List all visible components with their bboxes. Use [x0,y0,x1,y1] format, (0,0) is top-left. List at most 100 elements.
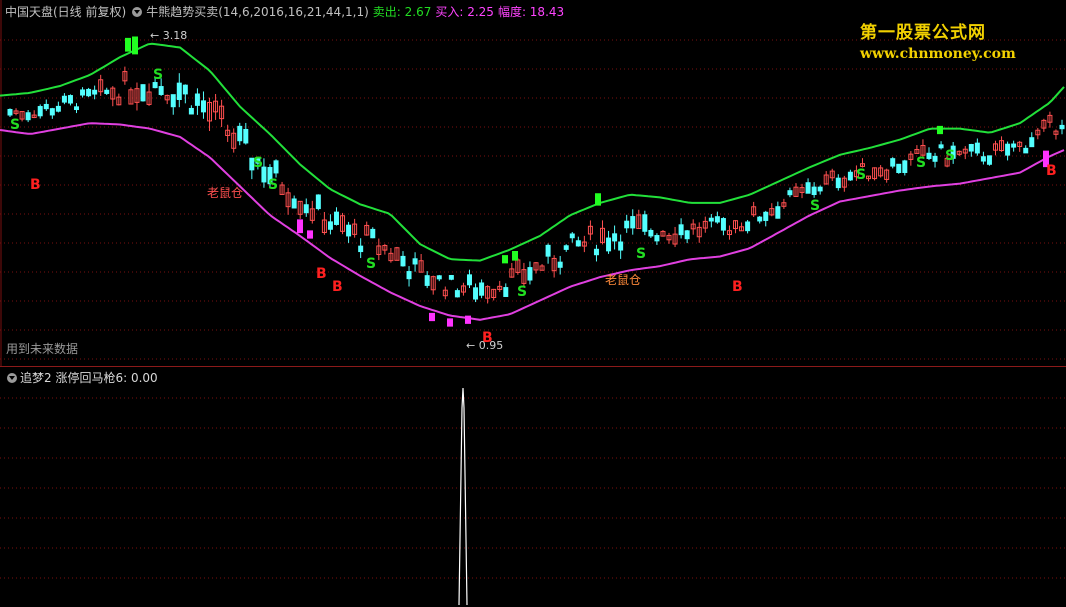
signal-text: 老鼠仓 [605,273,641,287]
candle-body [406,271,412,280]
candle-body [188,107,194,115]
candle-body [436,275,442,280]
watermark-url: www.chnmoney.com [860,46,1016,62]
candle-body [194,93,200,106]
candle-body [1029,137,1035,148]
candle-body [986,155,992,165]
sub-indicator-name[interactable]: 追梦2 [20,371,52,385]
candle-body [182,84,188,95]
sell-marker: S [268,177,278,193]
candle-body [273,160,279,174]
candle-body [545,244,551,257]
candle-body [424,275,430,286]
candle-body [630,216,636,229]
candle-body [642,214,648,232]
sub-indicator-pane[interactable]: 追梦2 涨停回马枪6: 0.00 [0,368,1066,607]
indicator-name[interactable]: 牛熊趋势买卖(14,6,2016,16,21,44,1,1) [146,5,369,19]
sell-marker: S [153,67,163,83]
candle-body [563,245,569,250]
main-chart-pane[interactable]: B B B B B B S S S S S S S S S S S 老鼠仓 老鼠仓 ← 3.18 ← 0.95 中国天盘… [0,0,1066,366]
signal-text: 老鼠仓 [207,186,243,200]
sell-signal-bar [132,36,138,55]
candle-body [37,106,43,117]
candle-body [678,224,684,236]
candle-body [890,158,896,167]
candle-body [606,237,612,252]
candle-body [152,82,158,89]
candle-body [648,229,654,237]
sell-signal-bar [595,193,601,206]
candle-body [315,194,321,210]
candle-body [176,82,182,100]
candle-body [763,211,769,221]
candle-body [140,84,146,102]
watermark-title: 第一股票公式网 [860,23,986,43]
amplitude-value: 幅度: 18.43 [497,5,565,19]
candle-body [938,144,944,149]
candle-body [569,233,575,239]
buy-signal-bar [307,230,313,239]
candle-body [847,171,853,181]
candle-body [775,206,781,219]
candle-body [473,287,479,300]
candle-body [1011,143,1017,148]
candle-body [400,255,406,267]
candle-body [454,290,460,298]
sell-signal-bar [937,125,943,135]
candle-body [104,89,110,94]
indicator-menu-icon[interactable] [132,6,143,17]
lower-band-line [0,122,1065,321]
sell-signal-bar [502,255,508,264]
buy-marker: B [30,177,41,193]
candle-body [466,274,472,286]
candle-body [49,108,55,116]
candle-body [25,112,31,121]
candle-body [757,216,763,222]
candle-body [720,218,726,231]
candle-body [43,103,49,110]
pane-divider[interactable] [0,366,1066,367]
sub-header: 追梦2 涨停回马枪6: 0.00 [5,369,158,386]
sub-indicator-menu-icon[interactable] [7,372,17,383]
candle-body [61,95,67,103]
candle-body [303,204,309,214]
buy-signal-bar [297,219,303,234]
sell-marker: S [366,256,376,272]
sub-chart [0,387,1066,606]
candle-body [926,152,932,159]
candle-body [811,186,817,196]
stock-name[interactable]: 中国天盘(日线 前复权) [5,5,126,19]
high-price-label: ← 3.18 [150,29,187,42]
sell-marker: S [945,148,955,164]
candle-body [479,282,485,296]
buy-marker: B [332,279,343,295]
sub-indicator-value: 涨停回马枪6: 0.00 [55,371,158,385]
candle-body [74,106,80,111]
candle-body [902,160,908,173]
candle-body [333,211,339,225]
candle-body [835,177,841,189]
candle-body [170,94,176,108]
candle-body [575,240,581,247]
candle-body [200,100,206,113]
buy-marker: B [1046,163,1057,179]
candle-body [968,143,974,152]
sell-marker: S [636,246,646,262]
buy-marker: B [316,266,327,282]
buy-value: 买入: 2.25 [435,5,494,19]
sell-marker: S [856,167,866,183]
sell-value: 卖出: 2.67 [372,5,432,19]
candle-body [86,88,92,97]
candle-body [618,241,624,251]
candle-body [503,287,509,297]
candle-body [714,216,720,223]
sell-signal-bar [512,251,518,261]
candle-body [974,142,980,154]
candle-body [291,198,297,209]
candle-body [684,230,690,240]
buy-marker: B [732,279,743,295]
candle-body [787,190,793,196]
buy-signal-bar [429,312,435,322]
candle-body [624,220,630,229]
buy-signal-bar [447,318,453,327]
